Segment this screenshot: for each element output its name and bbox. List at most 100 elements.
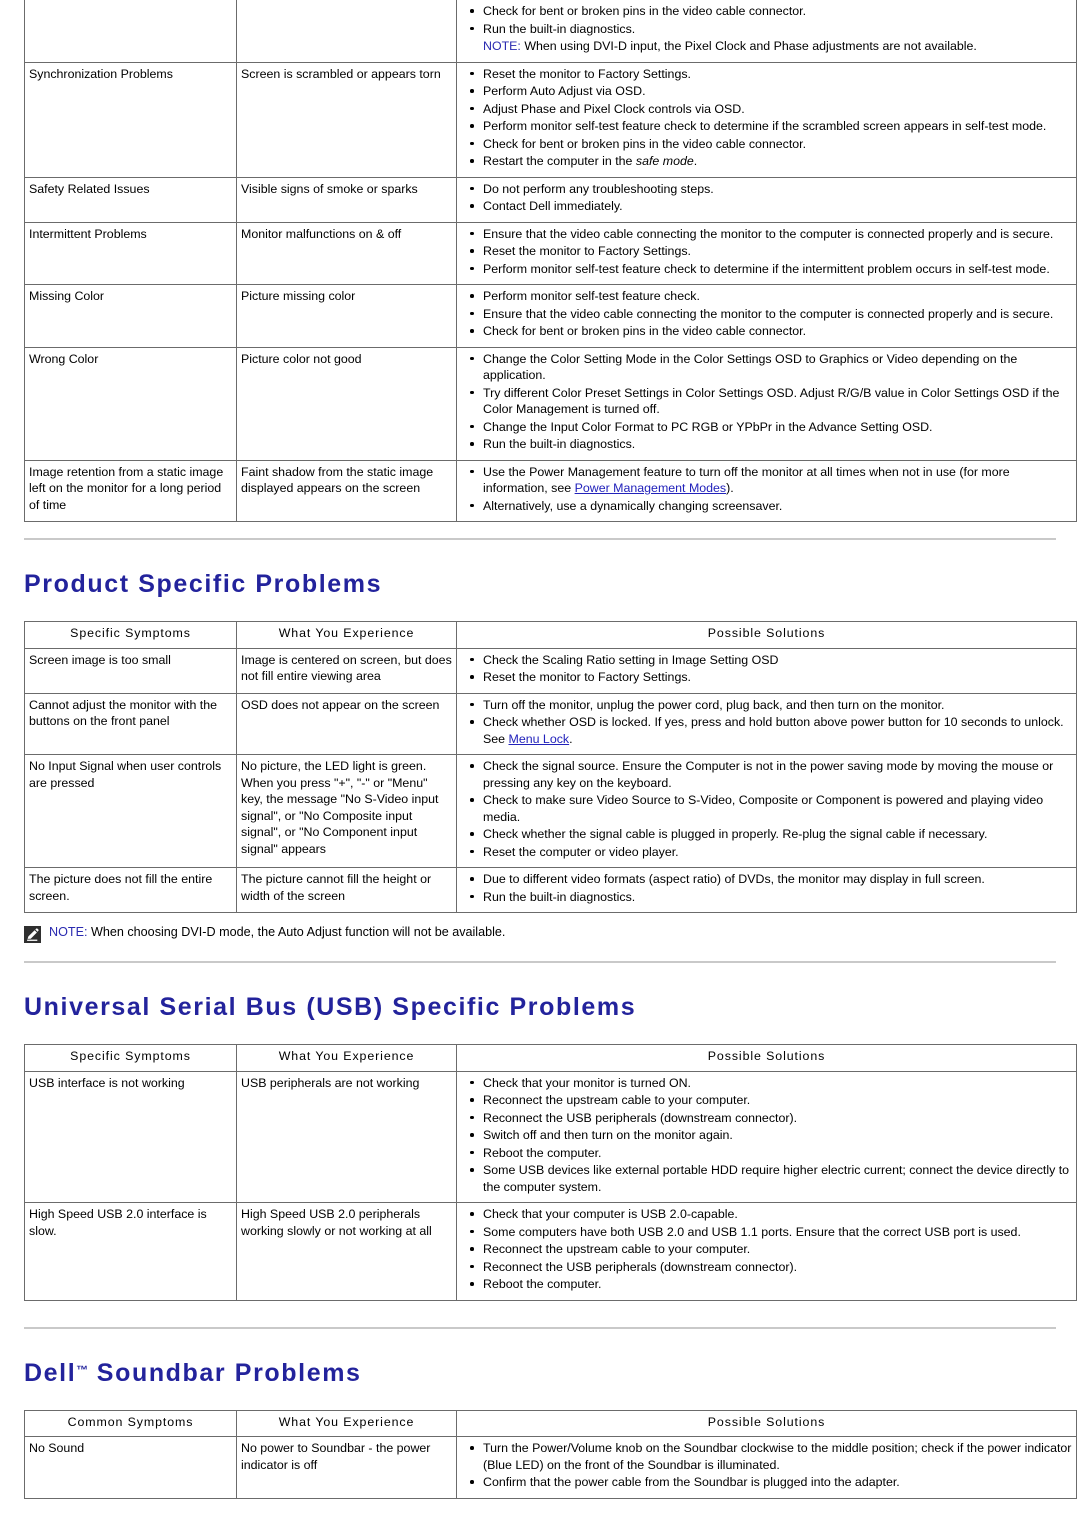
cell-solutions: Due to different video formats (aspect r… — [456, 867, 1077, 913]
list-item: Due to different video formats (aspect r… — [470, 871, 1072, 888]
cell-experience: Image is centered on screen, but does no… — [236, 647, 457, 694]
table-row: Synchronization Problems Screen is scram… — [24, 61, 1077, 178]
table-row: Image retention from a static image left… — [24, 459, 1077, 522]
column-header-possible-solutions: Possible Solutions — [456, 621, 1077, 649]
text-after-link: . — [569, 731, 573, 746]
page-title-usb-specific: Universal Serial Bus (USB) Specific Prob… — [24, 993, 637, 1021]
cell-solutions: Check the signal source. Ensure the Comp… — [456, 754, 1077, 868]
list-item: Reset the monitor to Factory Settings. — [470, 669, 1072, 686]
table-header-row: Specific Symptoms What You Experience Po… — [24, 621, 1077, 649]
list-item: Reset the monitor to Factory Settings. — [470, 243, 1072, 260]
list-item: Confirm that the power cable from the So… — [470, 1474, 1072, 1491]
cell-experience: No picture, the LED light is green. When… — [236, 754, 457, 868]
solutions-list: Check the signal source. Ensure the Comp… — [461, 758, 1072, 860]
table-row: Intermittent Problems Monitor malfunctio… — [24, 221, 1077, 285]
usb-specific-problems-table: Specific Symptoms What You Experience Po… — [24, 1044, 1077, 1301]
solutions-list: Check the Scaling Ratio setting in Image… — [461, 652, 1072, 686]
solutions-list: Turn off the monitor, unplug the power c… — [461, 697, 1072, 748]
list-item: Check to make sure Video Source to S-Vid… — [470, 792, 1072, 825]
column-header-common-symptoms: Common Symptoms — [24, 1409, 237, 1437]
column-header-what-you-experience: What You Experience — [236, 621, 457, 649]
heading-dell: Dell — [24, 1358, 77, 1387]
list-item: Reconnect the upstream cable to your com… — [470, 1241, 1072, 1258]
cell-solutions: Check the Scaling Ratio setting in Image… — [456, 647, 1077, 694]
cell-experience: Faint shadow from the static image displ… — [236, 459, 457, 522]
list-item: Check whether the signal cable is plugge… — [470, 826, 1072, 843]
table-row: Safety Related Issues Visible signs of s… — [24, 176, 1077, 223]
note-pencil-icon — [24, 926, 41, 943]
list-item: Check that your computer is USB 2.0-capa… — [470, 1206, 1072, 1223]
note-line: NOTE: When using DVI-D input, the Pixel … — [481, 38, 1072, 55]
solutions-list: Turn the Power/Volume knob on the Soundb… — [461, 1440, 1072, 1491]
list-item: Try different Color Preset Settings in C… — [470, 385, 1072, 418]
list-item: Run the built-in diagnostics. — [470, 436, 1072, 453]
list-item: Perform monitor self-test feature check … — [470, 261, 1072, 278]
solutions-list: Ensure that the video cable connecting t… — [461, 226, 1072, 278]
list-item: Contact Dell immediately. — [470, 198, 1072, 215]
list-item: Turn off the monitor, unplug the power c… — [470, 697, 1072, 714]
cell-symptom: Image retention from a static image left… — [24, 459, 237, 522]
list-item: Check the signal source. Ensure the Comp… — [470, 758, 1072, 791]
cell-solutions: Check that your monitor is turned ON. Re… — [456, 1070, 1077, 1203]
list-item: Switch off and then turn on the monitor … — [470, 1127, 1072, 1144]
cell-experience: OSD does not appear on the screen — [236, 692, 457, 755]
cell-symptom: Missing Color — [24, 284, 237, 348]
list-item: Run the built-in diagnostics. — [470, 889, 1072, 906]
list-item: Use the Power Management feature to turn… — [470, 464, 1072, 497]
power-management-modes-link[interactable]: Power Management Modes — [575, 481, 727, 495]
list-item: Reset the monitor to Factory Settings. — [470, 66, 1072, 83]
list-item: Reboot the computer. — [470, 1145, 1072, 1162]
menu-lock-link[interactable]: Menu Lock — [509, 732, 570, 746]
cell-symptom: Wrong Color — [24, 346, 237, 461]
cell-experience: No power to Soundbar - the power indicat… — [236, 1436, 457, 1499]
cell-symptom: No Input Signal when user controls are p… — [24, 754, 237, 868]
list-item: Check whether OSD is locked. If yes, pre… — [470, 714, 1072, 747]
list-item: Adjust Phase and Pixel Clock controls vi… — [470, 101, 1072, 118]
cell-symptom: Safety Related Issues — [24, 176, 237, 223]
solutions-list: Perform monitor self-test feature check.… — [461, 288, 1072, 340]
list-item: Some computers have both USB 2.0 and USB… — [470, 1224, 1072, 1241]
solutions-list: Change the Color Setting Mode in the Col… — [461, 351, 1072, 453]
cell-experience: The picture cannot fill the height or wi… — [236, 867, 457, 913]
table-row: Missing Color Picture missing color Perf… — [24, 284, 1077, 348]
cell-solutions: Perform monitor self-test feature check.… — [456, 284, 1077, 348]
note-callout: NOTE: When choosing DVI-D mode, the Auto… — [24, 925, 1056, 943]
note-text-wrapper: NOTE: When choosing DVI-D mode, the Auto… — [49, 925, 505, 939]
table-row: Cannot adjust the monitor with the butto… — [24, 692, 1077, 755]
italic-safe-mode: safe mode — [635, 154, 694, 168]
cell-experience: High Speed USB 2.0 peripherals working s… — [236, 1202, 457, 1301]
trademark-symbol: ™ — [76, 1362, 89, 1377]
list-item: Change the Color Setting Mode in the Col… — [470, 351, 1072, 384]
page-title-product-specific: Product Specific Problems — [24, 570, 383, 598]
table-row: The picture does not fill the entire scr… — [24, 867, 1077, 913]
cell-experience: Picture color not good — [236, 346, 457, 461]
cell-experience: Visible signs of smoke or sparks — [236, 176, 457, 223]
table-row: High Speed USB 2.0 interface is slow. Hi… — [24, 1202, 1077, 1301]
list-item: Turn the Power/Volume knob on the Soundb… — [470, 1441, 1072, 1472]
list-item: Ensure that the video cable connecting t… — [470, 226, 1072, 243]
page-title-soundbar: Dell™ Soundbar Problems — [24, 1359, 1056, 1388]
solutions-list: Do not perform any troubleshooting steps… — [461, 181, 1072, 215]
list-item: Perform monitor self-test feature check. — [470, 288, 1072, 305]
note-label: NOTE: — [49, 925, 88, 939]
soundbar-problems-table: Common Symptoms What You Experience Poss… — [24, 1409, 1077, 1499]
solutions-list: Check that your computer is USB 2.0-capa… — [461, 1206, 1072, 1293]
list-item: Check that your monitor is turned ON. — [470, 1075, 1072, 1092]
cell-solutions: Turn off the monitor, unplug the power c… — [456, 692, 1077, 755]
cell-symptom — [24, 0, 237, 63]
list-item: Reboot the computer. — [470, 1276, 1072, 1293]
heading-soundbar-problems: Soundbar Problems — [88, 1358, 362, 1387]
column-header-possible-solutions: Possible Solutions — [456, 1409, 1077, 1437]
text-after-link: ). — [726, 481, 734, 495]
cell-symptom: High Speed USB 2.0 interface is slow. — [24, 1202, 237, 1301]
monitor-problems-table: Check for bent or broken pins in the vid… — [24, 0, 1077, 522]
cell-solutions: Do not perform any troubleshooting steps… — [456, 176, 1077, 223]
product-specific-problems-table: Specific Symptoms What You Experience Po… — [24, 621, 1077, 913]
list-item: Reset the computer or video player. — [470, 844, 1072, 861]
list-item: Reconnect the USB peripherals (downstrea… — [470, 1110, 1072, 1127]
